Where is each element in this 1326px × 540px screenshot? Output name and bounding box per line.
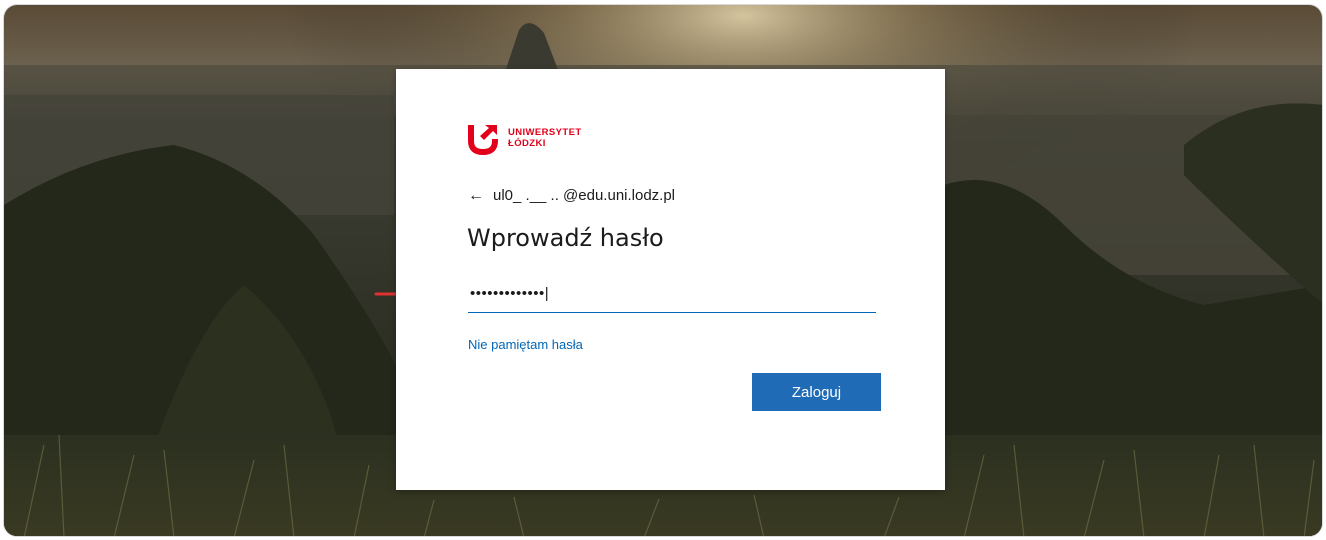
signin-card: UNIWERSYTET ŁÓDZKI ← ul0_ .__ .. @edu.un…: [396, 69, 945, 490]
forgot-password-link[interactable]: Nie pamiętam hasła: [468, 337, 583, 352]
logo-line-2: ŁÓDZKI: [508, 138, 546, 149]
account-email: ul0_ .__ .. @edu.uni.lodz.pl: [493, 187, 676, 204]
university-logo-mark-icon: [468, 125, 498, 155]
page-title: Wprowadź hasło: [467, 224, 664, 252]
logo-line-1: UNIWERSYTET: [508, 127, 582, 138]
sign-in-button[interactable]: Zaloguj: [752, 373, 881, 411]
back-arrow-icon[interactable]: ←: [468, 187, 484, 204]
university-logo-text: UNIWERSYTET ŁÓDZKI: [508, 127, 582, 149]
university-logo: UNIWERSYTET ŁÓDZKI: [467, 121, 582, 155]
account-identity: ← ul0_ .__ .. @edu.uni.lodz.pl: [468, 187, 675, 204]
browser-frame: UNIWERSYTET ŁÓDZKI ← ul0_ .__ .. @edu.un…: [3, 4, 1323, 537]
password-input[interactable]: [468, 275, 876, 313]
